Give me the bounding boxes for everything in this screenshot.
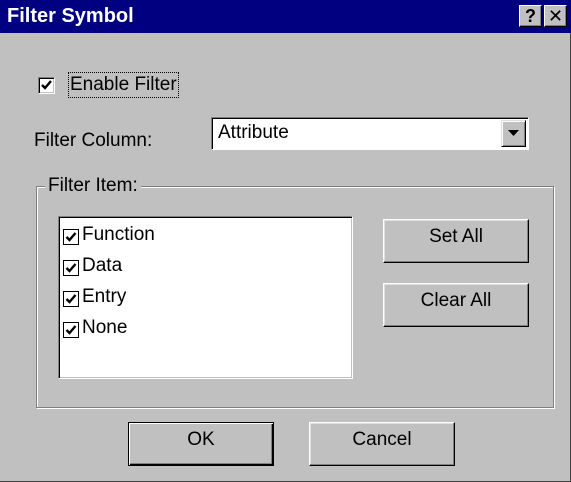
list-item-label: Data	[82, 255, 123, 276]
help-button[interactable]: ?	[519, 5, 542, 27]
cancel-button[interactable]: Cancel	[309, 422, 455, 466]
checkmark-icon	[65, 325, 77, 335]
filter-column-label: Filter Column:	[34, 130, 153, 151]
title-bar[interactable]: Filter Symbol ? ✕	[0, 0, 571, 33]
list-item-label: Entry	[82, 286, 127, 307]
dropdown-button[interactable]	[501, 120, 526, 147]
enable-filter-label[interactable]: Enable Filter	[68, 72, 179, 98]
filter-column-select[interactable]: Attribute	[211, 117, 529, 150]
item-checkbox[interactable]	[63, 322, 79, 338]
enable-filter-checkbox[interactable]	[38, 77, 55, 94]
chevron-down-icon	[508, 130, 519, 136]
close-button[interactable]: ✕	[544, 5, 567, 27]
filter-column-value: Attribute	[218, 122, 289, 143]
clear-all-button[interactable]: Clear All	[383, 283, 529, 327]
list-item-label: None	[82, 317, 128, 338]
item-checkbox[interactable]	[63, 291, 79, 307]
checkmark-icon	[65, 263, 77, 273]
set-all-label: Set All	[429, 226, 483, 247]
cancel-label: Cancel	[352, 429, 412, 450]
item-checkbox[interactable]	[63, 229, 79, 245]
filter-symbol-dialog: Filter Symbol ? ✕ Enable Filter Filter C…	[0, 0, 571, 482]
ok-button[interactable]: OK	[128, 422, 274, 466]
filter-item-legend: Filter Item:	[45, 175, 141, 197]
ok-label: OK	[187, 429, 215, 450]
list-item-label: Function	[82, 224, 155, 245]
clear-all-label: Clear All	[420, 290, 492, 311]
filter-item-list[interactable]: Function Data Entry None	[58, 216, 353, 379]
enable-filter-text: Enable Filter	[70, 74, 177, 95]
close-icon: ✕	[547, 6, 564, 26]
set-all-button[interactable]: Set All	[383, 219, 529, 263]
dialog-title: Filter Symbol	[7, 5, 134, 27]
item-checkbox[interactable]	[63, 260, 79, 276]
checkmark-icon	[65, 232, 77, 242]
checkmark-icon	[65, 294, 77, 304]
checkmark-icon	[41, 80, 52, 90]
